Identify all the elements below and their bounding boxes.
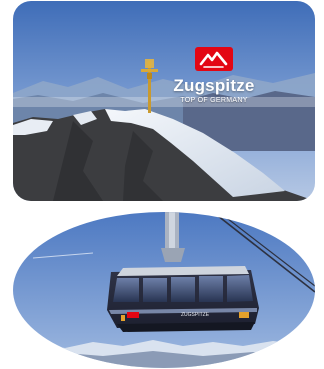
gondola-cabin: ZUGSPITZE (107, 266, 259, 332)
brand-tagline: TOP OF GERMANY (180, 97, 248, 104)
cabin-lettering: ZUGSPITZE (181, 312, 210, 318)
cable-car-scene: ZUGSPITZE (13, 212, 315, 368)
cable-car-photo: ZUGSPITZE (13, 212, 315, 368)
brand-name: Zugspitze (173, 76, 255, 95)
zugspitze-logo-mark (195, 47, 233, 71)
zugspitze-logo: Zugspitze TOP OF GERMANY (164, 47, 264, 105)
